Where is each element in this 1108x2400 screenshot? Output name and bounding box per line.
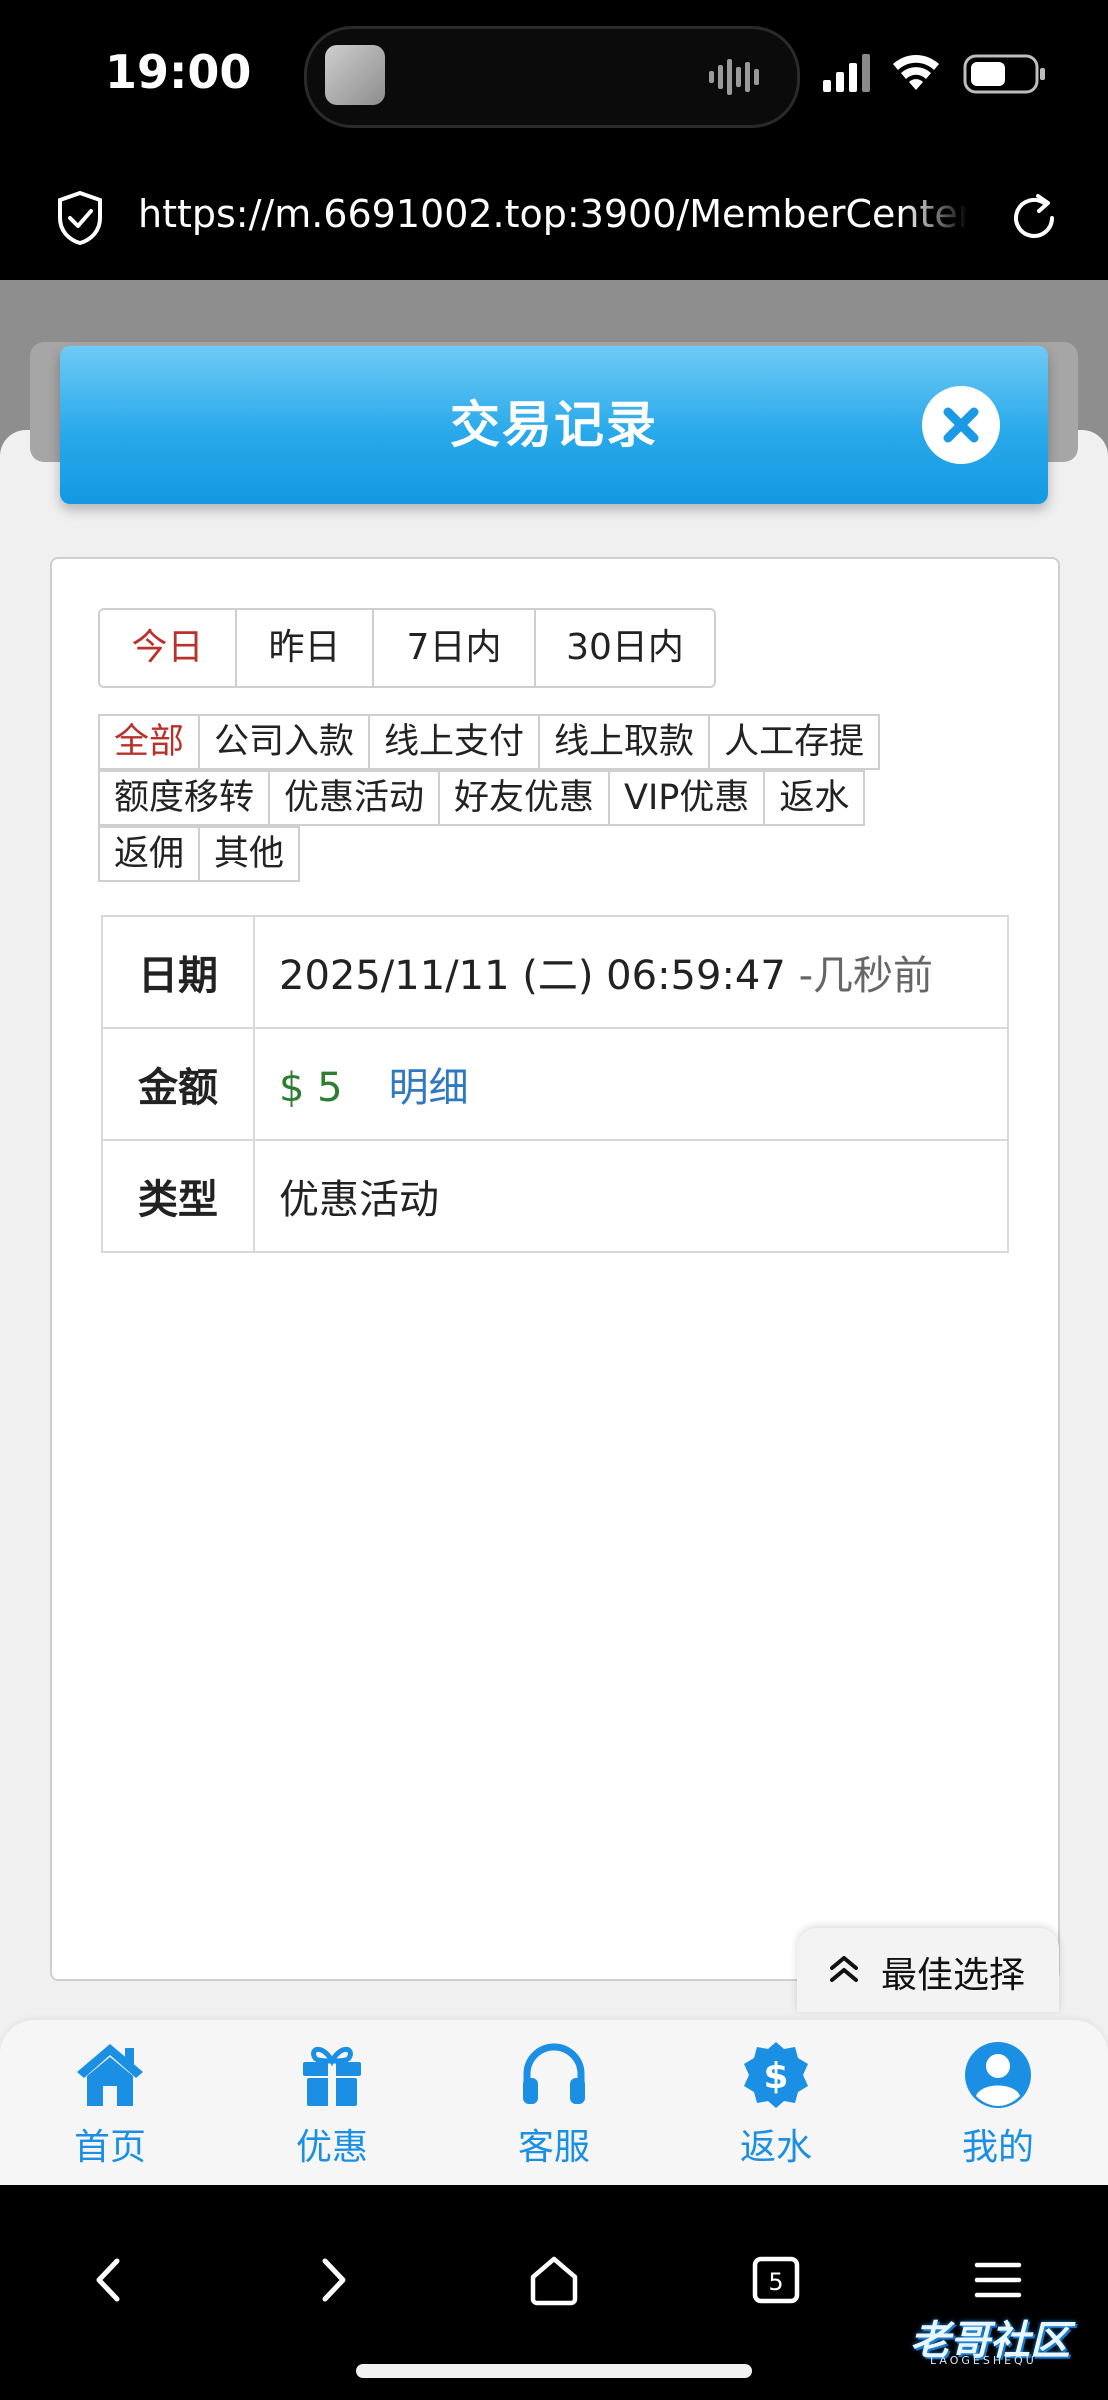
dollar-badge-icon: $ [744,2042,808,2108]
table-row: 日期 2025/11/11 (二) 06:59:47 -几秒前 [101,915,1009,1029]
gift-icon [303,2046,361,2106]
tab-7-days[interactable]: 7日内 [372,610,534,686]
amount-cell: $ 5 明细 [253,1027,1009,1141]
cellular-signal-icon [823,54,870,92]
nav-support[interactable]: 客服 [484,2040,624,2170]
tab-yesterday[interactable]: 昨日 [235,610,372,686]
status-bar: 19:00 [0,0,1108,150]
type-online-payment[interactable]: 线上支付 [368,714,541,770]
wifi-icon [893,55,939,90]
type-company-deposit[interactable]: 公司入款 [198,714,371,770]
app-bottom-nav: 首页 优惠 客服 $ 返水 我的 [0,2020,1108,2185]
best-choice-label: 最佳选择 [881,1955,1026,1996]
type-rebate[interactable]: 返水 [763,770,866,826]
watermark-subtext: LAOGESHEQU [930,2354,1037,2367]
relative-time: -几秒前 [798,953,933,999]
nav-promotions-label: 优惠 [295,2127,368,2168]
amount-value: $ 5 [279,1065,343,1111]
type-commission[interactable]: 返佣 [98,826,201,882]
date-filter-tabs: 今日 昨日 7日内 30日内 [98,608,716,688]
forward-icon[interactable] [297,2245,367,2315]
dynamic-island[interactable] [304,26,800,128]
date-value: 2025/11/11 (二) 06:59:47 [279,953,786,999]
best-choice-button[interactable]: 最佳选择 [797,1928,1059,2012]
audio-waveform-icon [709,59,759,95]
status-time: 19:00 [105,45,252,99]
type-label: 类型 [101,1139,255,1253]
nav-profile[interactable]: 我的 [928,2040,1068,2170]
tab-today[interactable]: 今日 [100,610,235,686]
type-value: 优惠活动 [253,1139,1009,1253]
headset-icon [523,2043,585,2104]
type-row: 额度移转 优惠活动 好友优惠 VIP优惠 返水 [98,770,958,826]
nav-support-label: 客服 [517,2127,590,2168]
type-row: 全部 公司入款 线上支付 线上取款 人工存提 [98,714,958,770]
home-icon [77,2044,143,2106]
dialog-title: 交易记录 [450,396,658,454]
browser-url-bar: https://m.6691002.top:3900/MemberCenter/… [0,150,1108,280]
amount-label: 金额 [101,1027,255,1141]
nav-profile-label: 我的 [961,2127,1034,2168]
detail-link[interactable]: 明细 [389,1065,469,1111]
date-label: 日期 [101,915,255,1029]
double-chevron-up-icon [830,1956,858,1982]
dialog-content: 今日 昨日 7日内 30日内 全部 公司入款 线上支付 线上取款 人工存提 额度… [50,557,1060,1981]
close-icon [943,407,979,443]
table-row: 金额 $ 5 明细 [101,1027,1009,1141]
dialog-header: 交易记录 [60,346,1048,504]
transaction-record-table: 日期 2025/11/11 (二) 06:59:47 -几秒前 金额 $ 5 明细… [101,915,1009,1253]
home-indicator[interactable] [356,2364,752,2378]
type-promotions[interactable]: 优惠活动 [268,770,441,826]
url-text[interactable]: https://m.6691002.top:3900/MemberCenter/… [138,192,968,236]
type-credit-transfer[interactable]: 额度移转 [98,770,271,826]
reload-icon[interactable] [1008,192,1060,244]
close-button[interactable] [922,386,1000,464]
battery-icon [963,54,1045,94]
nav-rebate[interactable]: $ 返水 [706,2040,846,2170]
type-manual-deposit-withdraw[interactable]: 人工存提 [708,714,881,770]
svg-text:$: $ [763,2056,788,2097]
web-page: 交易记录 今日 昨日 7日内 30日内 全部 公司入款 线上支付 线上取款 人工… [0,280,1108,2185]
watermark-logo: 老哥社区 LAOGESHEQU [870,2300,1100,2370]
nav-home[interactable]: 首页 [40,2040,180,2170]
type-row: 返佣 其他 [98,826,958,882]
type-vip-bonus[interactable]: VIP优惠 [608,770,766,826]
tab-30-days[interactable]: 30日内 [534,610,714,686]
security-shield-icon[interactable] [55,190,105,246]
tab-count: 5 [768,2268,783,2296]
back-icon[interactable] [75,2245,145,2315]
transaction-type-filters: 全部 公司入款 线上支付 线上取款 人工存提 额度移转 优惠活动 好友优惠 VI… [98,714,958,882]
type-online-withdrawal[interactable]: 线上取款 [538,714,711,770]
nav-rebate-label: 返水 [739,2127,812,2168]
status-icons [823,54,1045,94]
home-browser-icon[interactable] [519,2245,589,2315]
tabs-icon[interactable]: 5 [741,2245,811,2315]
type-other[interactable]: 其他 [198,826,301,882]
type-friend-bonus[interactable]: 好友优惠 [438,770,611,826]
nav-promotions[interactable]: 优惠 [262,2040,402,2170]
date-cell: 2025/11/11 (二) 06:59:47 -几秒前 [253,915,1009,1029]
user-icon [965,2042,1031,2108]
table-row: 类型 优惠活动 [101,1139,1009,1253]
type-all[interactable]: 全部 [98,714,201,770]
now-playing-thumbnail [325,45,385,105]
nav-home-label: 首页 [73,2127,146,2168]
